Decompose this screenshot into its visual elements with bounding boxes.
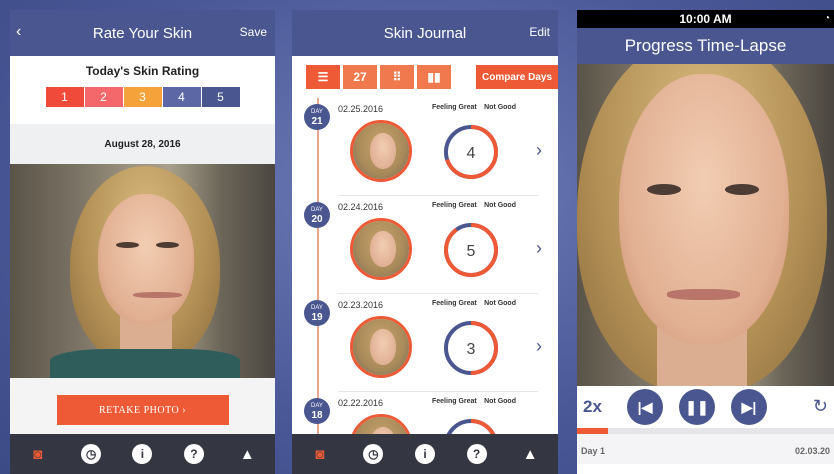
rate-skin-screen: ‹ Rate Your Skin Save Today's Skin Ratin… bbox=[10, 10, 275, 474]
journal-list: DAY 21 02.25.2016 Feeling Great Not Good 4 › DA… bbox=[292, 98, 558, 474]
rating-option-1[interactable]: 1 bbox=[45, 87, 84, 107]
entry-date: 02.23.2016 bbox=[338, 300, 384, 310]
day-word: DAY bbox=[311, 109, 323, 115]
day-word: DAY bbox=[311, 403, 323, 409]
chevron-right-icon[interactable]: › bbox=[536, 238, 542, 259]
scale-left-label: Feeling Great bbox=[432, 104, 477, 111]
day-word: DAY bbox=[311, 305, 323, 311]
scale-left-label: Feeling Great bbox=[432, 398, 477, 405]
rating-gauge: 3 bbox=[444, 321, 498, 375]
rating-option-5[interactable]: 5 bbox=[201, 87, 240, 107]
skin-photo bbox=[10, 164, 275, 378]
time-lapse-photo bbox=[577, 64, 834, 386]
rating-option-3[interactable]: 3 bbox=[123, 87, 162, 107]
day-badge: DAY 19 bbox=[304, 300, 330, 326]
pause-icon[interactable]: ❚❚ bbox=[679, 389, 715, 425]
entry-date: 02.25.2016 bbox=[338, 104, 384, 114]
scale-left-label: Feeling Great bbox=[432, 202, 477, 209]
entry-date: 02.24.2016 bbox=[338, 202, 384, 212]
help-icon[interactable]: ? bbox=[183, 444, 204, 464]
info-icon[interactable]: i bbox=[132, 444, 153, 464]
tab-bar: ◙ ◷ i ? ▲ bbox=[292, 434, 558, 474]
calendar-icon[interactable]: 27 bbox=[343, 65, 377, 89]
scale-right-label: Not Good bbox=[484, 398, 516, 405]
rating-scale-labels: Feeling Great Not Good bbox=[432, 104, 516, 112]
status-bar: 10:00 AM ◔ bbox=[577, 10, 834, 28]
journal-entry[interactable]: DAY 21 02.25.2016 Feeling Great Not Good 4 › bbox=[292, 98, 558, 196]
scale-right-label: Not Good bbox=[484, 202, 516, 209]
skip-back-icon[interactable]: |◀ bbox=[627, 389, 663, 425]
start-label: Day 1 bbox=[581, 446, 606, 456]
scale-right-label: Not Good bbox=[484, 104, 516, 111]
journal-entry[interactable]: DAY 20 02.24.2016 Feeling Great Not Good 5 › bbox=[292, 196, 558, 294]
retake-area: RETAKE PHOTO › bbox=[10, 378, 275, 442]
edit-button[interactable]: Edit bbox=[529, 25, 550, 39]
end-label: 02.03.20 bbox=[794, 446, 830, 456]
scale-left-label: Feeling Great bbox=[432, 300, 477, 307]
playback-controls: 2x |◀ ❚❚ ▶| ↻ bbox=[577, 386, 834, 428]
save-button[interactable]: Save bbox=[240, 25, 267, 39]
list-icon[interactable]: ☰ bbox=[306, 65, 340, 89]
alarm-icon: ◔ bbox=[823, 13, 830, 24]
skip-forward-icon[interactable]: ▶| bbox=[731, 389, 767, 425]
entry-thumbnail[interactable] bbox=[350, 218, 412, 280]
grid-icon[interactable]: ⠿ bbox=[380, 65, 414, 89]
speed-toggle[interactable]: 2x bbox=[583, 397, 627, 417]
alert-icon[interactable]: ▲ bbox=[518, 442, 542, 466]
rating-option-4[interactable]: 4 bbox=[162, 87, 201, 107]
rating-scale-labels: Feeling Great Not Good bbox=[432, 202, 516, 210]
history-icon[interactable]: ◷ bbox=[81, 444, 102, 464]
retake-photo-button[interactable]: RETAKE PHOTO › bbox=[56, 395, 229, 425]
day-word: DAY bbox=[311, 207, 323, 213]
nav-bar: Skin Journal Edit bbox=[292, 10, 558, 56]
photo-date: August 28, 2016 bbox=[10, 124, 275, 164]
entry-thumbnail[interactable] bbox=[350, 316, 412, 378]
gauge-value: 4 bbox=[467, 145, 476, 162]
status-time: 10:00 AM bbox=[679, 12, 732, 26]
day-badge: DAY 21 bbox=[304, 104, 330, 130]
camera-icon[interactable]: ◙ bbox=[26, 442, 50, 466]
entry-thumbnail[interactable] bbox=[350, 120, 412, 182]
gauge-value: 3 bbox=[467, 341, 476, 358]
entry-date: 02.22.2016 bbox=[338, 398, 384, 408]
alert-icon[interactable]: ▲ bbox=[235, 442, 259, 466]
rating-scale-labels: Feeling Great Not Good bbox=[432, 398, 516, 406]
day-badge: DAY 20 bbox=[304, 202, 330, 228]
day-number: 19 bbox=[311, 312, 323, 323]
page-title: Progress Time-Lapse bbox=[577, 28, 834, 64]
chevron-right-icon[interactable]: › bbox=[536, 140, 542, 161]
rating-option-2[interactable]: 2 bbox=[84, 87, 123, 107]
day-number: 21 bbox=[311, 116, 323, 127]
time-lapse-screen: 10:00 AM ◔ Progress Time-Lapse 2x |◀ ❚❚ … bbox=[577, 10, 834, 474]
rating-gauge: 5 bbox=[444, 223, 498, 277]
help-icon[interactable]: ? bbox=[466, 444, 487, 464]
rating-title: Today's Skin Rating bbox=[85, 64, 200, 78]
replay-icon[interactable]: ↻ bbox=[813, 396, 828, 417]
day-badge: DAY 18 bbox=[304, 398, 330, 424]
rating-panel: Today's Skin Rating 12345 bbox=[10, 56, 275, 124]
bar-chart-icon[interactable]: ▮▮ bbox=[417, 65, 451, 89]
history-icon[interactable]: ◷ bbox=[363, 444, 384, 464]
back-icon[interactable]: ‹ bbox=[16, 23, 21, 41]
gauge-value: 5 bbox=[467, 243, 476, 260]
camera-icon[interactable]: ◙ bbox=[308, 442, 332, 466]
rating-gauge: 4 bbox=[444, 125, 498, 179]
nav-bar: ‹ Rate Your Skin Save bbox=[10, 10, 275, 56]
page-title: Rate Your Skin bbox=[92, 24, 193, 42]
compare-days-button[interactable]: Compare Days bbox=[476, 65, 558, 89]
skin-journal-screen: Skin Journal Edit ☰ 27 ⠿ ▮▮ Compare Days… bbox=[292, 10, 558, 474]
day-number: 18 bbox=[311, 410, 323, 421]
progress-labels: Day 1 02.03.20 bbox=[577, 434, 834, 464]
page-title: Skin Journal bbox=[383, 24, 467, 42]
journal-entry[interactable]: DAY 19 02.23.2016 Feeling Great Not Good 3 › bbox=[292, 294, 558, 392]
info-icon[interactable]: i bbox=[414, 444, 435, 464]
tab-bar: ◙ ◷ i ? ▲ bbox=[10, 434, 275, 474]
rating-scale-labels: Feeling Great Not Good bbox=[432, 300, 516, 308]
chevron-right-icon[interactable]: › bbox=[536, 336, 542, 357]
view-toolbar: ☰ 27 ⠿ ▮▮ Compare Days bbox=[292, 56, 558, 98]
scale-right-label: Not Good bbox=[484, 300, 516, 307]
rating-scale: 12345 bbox=[10, 87, 275, 107]
day-number: 20 bbox=[311, 214, 323, 225]
